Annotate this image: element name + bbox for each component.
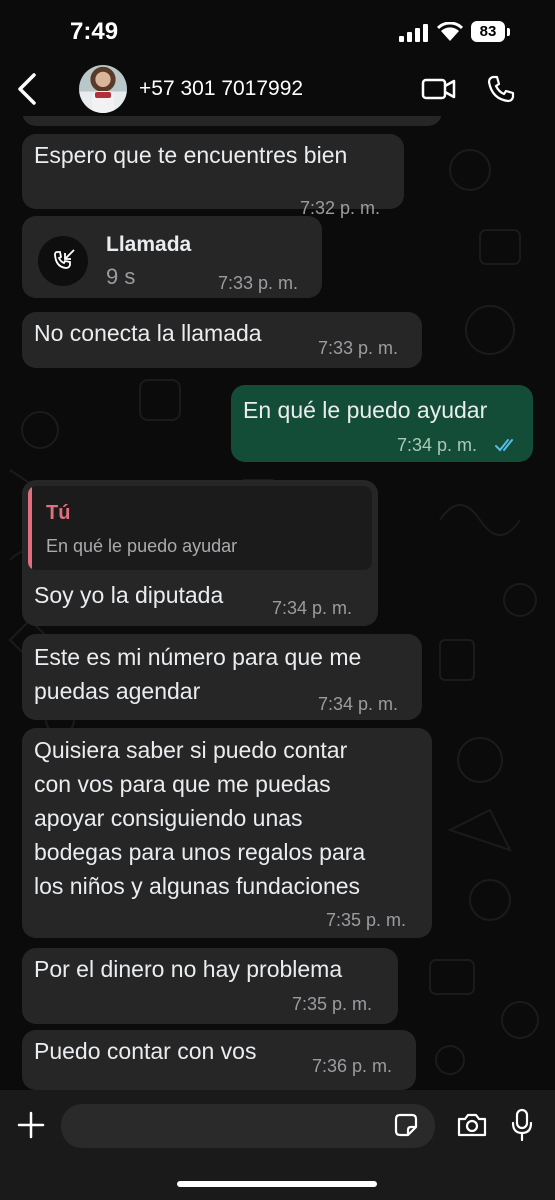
- status-bar: 7:49 83: [0, 0, 555, 62]
- phone-icon[interactable]: [486, 74, 516, 104]
- message-bubble-incoming[interactable]: No conecta la llamada 7:33 p. m.: [22, 312, 422, 368]
- quote-author: Tú: [46, 502, 71, 524]
- cellular-signal-icon: [399, 24, 429, 42]
- message-text: En qué le puedo ayudar: [243, 397, 488, 423]
- wifi-icon: [437, 22, 463, 41]
- message-bubble-incoming[interactable]: Quisiera saber si puedo contar con vos p…: [22, 728, 432, 938]
- message-time: 7:35 p. m.: [292, 994, 373, 1014]
- message-text: No conecta la llamada: [34, 320, 262, 346]
- message-bubble-incoming[interactable]: Por el dinero no hay problema 7:35 p. m.: [22, 948, 398, 1024]
- video-call-icon[interactable]: [421, 76, 457, 102]
- message-time: 7:36 p. m.: [312, 1056, 393, 1076]
- plus-icon[interactable]: [16, 1110, 46, 1140]
- message-text: Puedo contar con vos: [34, 1038, 257, 1064]
- message-bubble-incoming[interactable]: Espero que te encuentres bien 7:32 p. m.: [22, 134, 404, 218]
- message-input[interactable]: [61, 1104, 435, 1148]
- message-time: 7:34 p. m.: [272, 598, 353, 618]
- message-time: 7:35 p. m.: [326, 910, 407, 930]
- mic-icon[interactable]: [511, 1108, 533, 1142]
- avatar[interactable]: [79, 65, 127, 113]
- contact-name[interactable]: +57 301 7017992: [139, 77, 303, 101]
- quote-text: En qué le puedo ayudar: [46, 536, 238, 556]
- battery-indicator: 83: [471, 21, 505, 42]
- message-bubble-incoming[interactable]: Este es mi número para que me puedas age…: [22, 634, 422, 720]
- avatar-detail: [95, 92, 111, 98]
- missed-call-icon-circle: [38, 236, 88, 286]
- call-title: Llamada: [106, 233, 192, 256]
- home-indicator: [177, 1181, 377, 1187]
- quote-accent-bar: [28, 486, 32, 570]
- message-bubble-outgoing[interactable]: En qué le puedo ayudar 7:34 p. m.: [231, 385, 533, 462]
- quoted-message[interactable]: Tú En qué le puedo ayudar: [28, 486, 372, 570]
- message-time: 7:34 p. m.: [318, 694, 399, 714]
- read-ticks-icon: [495, 439, 513, 452]
- message-text: Soy yo la diputada: [34, 582, 224, 608]
- battery-tip: [507, 28, 510, 36]
- call-log-bubble[interactable]: Llamada 9 s 7:33 p. m.: [22, 216, 322, 298]
- missed-call-icon: [54, 249, 75, 269]
- call-duration: 9 s: [106, 264, 136, 289]
- status-time: 7:49: [70, 18, 119, 45]
- message-text: Quisiera saber si puedo contar con vos p…: [34, 737, 366, 899]
- chat-header: +57 301 7017992: [0, 62, 555, 116]
- message-bubble-incoming[interactable]: Puedo contar con vos 7:36 p. m.: [22, 1030, 416, 1090]
- message-text: Este es mi número para que me puedas age…: [34, 644, 362, 704]
- message-list[interactable]: Espero que te encuentres bien 7:32 p. m.…: [0, 96, 555, 1100]
- message-time: 7:33 p. m.: [218, 273, 299, 293]
- message-text: Espero que te encuentres bien: [34, 142, 348, 168]
- camera-icon[interactable]: [456, 1112, 488, 1138]
- message-time: 7:33 p. m.: [318, 338, 399, 358]
- message-text: Por el dinero no hay problema: [34, 956, 343, 982]
- message-time: 7:34 p. m.: [397, 435, 478, 455]
- message-bubble-incoming-reply[interactable]: Tú En qué le puedo ayudar Soy yo la dipu…: [22, 480, 378, 626]
- sticker-icon[interactable]: [392, 1111, 420, 1139]
- back-icon[interactable]: [12, 70, 44, 108]
